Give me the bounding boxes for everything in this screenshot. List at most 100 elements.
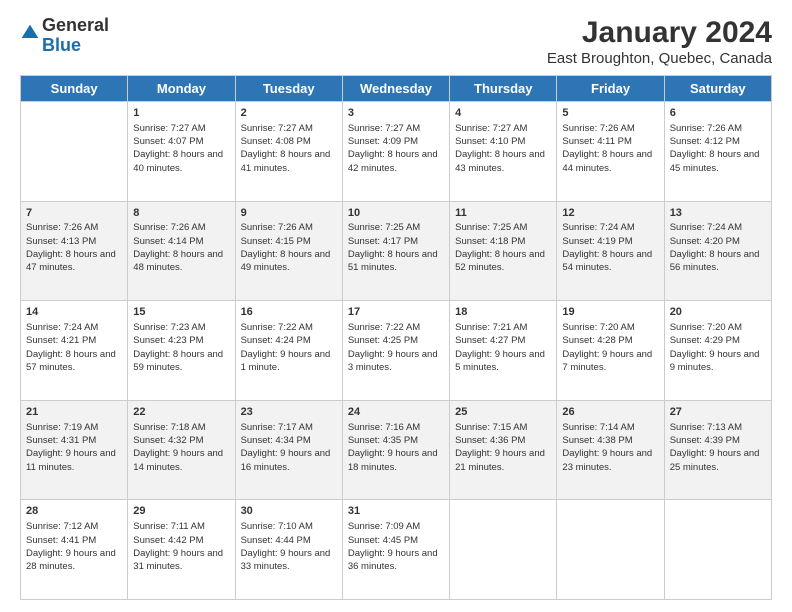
day-info: Sunrise: 7:26 AMSunset: 4:13 PMDaylight:… [26,221,122,274]
day-cell-1-4: 11Sunrise: 7:25 AMSunset: 4:18 PMDayligh… [450,201,557,301]
day-number: 10 [348,206,444,221]
day-number: 8 [133,206,229,221]
logo-icon [20,23,40,43]
day-number: 31 [348,504,444,519]
calendar-title: January 2024 [547,16,772,50]
header-tuesday: Tuesday [235,76,342,102]
header-wednesday: Wednesday [342,76,449,102]
day-info: Sunrise: 7:27 AMSunset: 4:09 PMDaylight:… [348,122,444,175]
day-cell-1-6: 13Sunrise: 7:24 AMSunset: 4:20 PMDayligh… [664,201,771,301]
day-cell-2-1: 15Sunrise: 7:23 AMSunset: 4:23 PMDayligh… [128,301,235,401]
day-info: Sunrise: 7:25 AMSunset: 4:17 PMDaylight:… [348,221,444,274]
day-info: Sunrise: 7:11 AMSunset: 4:42 PMDaylight:… [133,520,229,573]
week-row-3: 14Sunrise: 7:24 AMSunset: 4:21 PMDayligh… [21,301,772,401]
day-number: 27 [670,405,766,420]
day-cell-2-4: 18Sunrise: 7:21 AMSunset: 4:27 PMDayligh… [450,301,557,401]
day-number: 1 [133,106,229,121]
day-cell-3-2: 23Sunrise: 7:17 AMSunset: 4:34 PMDayligh… [235,400,342,500]
day-number: 2 [241,106,337,121]
day-cell-3-1: 22Sunrise: 7:18 AMSunset: 4:32 PMDayligh… [128,400,235,500]
day-info: Sunrise: 7:25 AMSunset: 4:18 PMDaylight:… [455,221,551,274]
day-info: Sunrise: 7:27 AMSunset: 4:08 PMDaylight:… [241,122,337,175]
day-info: Sunrise: 7:23 AMSunset: 4:23 PMDaylight:… [133,321,229,374]
day-cell-0-5: 5Sunrise: 7:26 AMSunset: 4:11 PMDaylight… [557,102,664,202]
day-cell-0-0 [21,102,128,202]
day-info: Sunrise: 7:20 AMSunset: 4:29 PMDaylight:… [670,321,766,374]
day-info: Sunrise: 7:16 AMSunset: 4:35 PMDaylight:… [348,421,444,474]
day-info: Sunrise: 7:21 AMSunset: 4:27 PMDaylight:… [455,321,551,374]
day-number: 18 [455,305,551,320]
day-info: Sunrise: 7:18 AMSunset: 4:32 PMDaylight:… [133,421,229,474]
day-info: Sunrise: 7:17 AMSunset: 4:34 PMDaylight:… [241,421,337,474]
day-cell-4-5 [557,500,664,600]
day-info: Sunrise: 7:10 AMSunset: 4:44 PMDaylight:… [241,520,337,573]
day-number: 7 [26,206,122,221]
calendar-table: Sunday Monday Tuesday Wednesday Thursday… [20,75,772,600]
day-number: 9 [241,206,337,221]
day-cell-0-4: 4Sunrise: 7:27 AMSunset: 4:10 PMDaylight… [450,102,557,202]
day-info: Sunrise: 7:26 AMSunset: 4:12 PMDaylight:… [670,122,766,175]
day-number: 13 [670,206,766,221]
day-cell-4-4 [450,500,557,600]
day-cell-3-0: 21Sunrise: 7:19 AMSunset: 4:31 PMDayligh… [21,400,128,500]
day-info: Sunrise: 7:15 AMSunset: 4:36 PMDaylight:… [455,421,551,474]
header: General Blue January 2024 East Broughton… [20,16,772,67]
header-sunday: Sunday [21,76,128,102]
header-friday: Friday [557,76,664,102]
day-cell-0-3: 3Sunrise: 7:27 AMSunset: 4:09 PMDaylight… [342,102,449,202]
day-info: Sunrise: 7:26 AMSunset: 4:11 PMDaylight:… [562,122,658,175]
day-number: 16 [241,305,337,320]
day-cell-3-5: 26Sunrise: 7:14 AMSunset: 4:38 PMDayligh… [557,400,664,500]
day-cell-3-4: 25Sunrise: 7:15 AMSunset: 4:36 PMDayligh… [450,400,557,500]
day-number: 15 [133,305,229,320]
day-cell-1-2: 9Sunrise: 7:26 AMSunset: 4:15 PMDaylight… [235,201,342,301]
logo: General Blue [20,16,109,56]
day-cell-4-3: 31Sunrise: 7:09 AMSunset: 4:45 PMDayligh… [342,500,449,600]
logo-blue-text: Blue [42,35,81,55]
day-number: 22 [133,405,229,420]
day-cell-4-6 [664,500,771,600]
logo-general-text: General [42,15,109,35]
day-info: Sunrise: 7:22 AMSunset: 4:24 PMDaylight:… [241,321,337,374]
day-info: Sunrise: 7:13 AMSunset: 4:39 PMDaylight:… [670,421,766,474]
day-number: 5 [562,106,658,121]
day-number: 30 [241,504,337,519]
day-number: 20 [670,305,766,320]
week-row-4: 21Sunrise: 7:19 AMSunset: 4:31 PMDayligh… [21,400,772,500]
day-cell-1-3: 10Sunrise: 7:25 AMSunset: 4:17 PMDayligh… [342,201,449,301]
day-cell-4-2: 30Sunrise: 7:10 AMSunset: 4:44 PMDayligh… [235,500,342,600]
day-cell-3-3: 24Sunrise: 7:16 AMSunset: 4:35 PMDayligh… [342,400,449,500]
day-cell-2-5: 19Sunrise: 7:20 AMSunset: 4:28 PMDayligh… [557,301,664,401]
day-number: 17 [348,305,444,320]
calendar-header-row: Sunday Monday Tuesday Wednesday Thursday… [21,76,772,102]
day-cell-0-6: 6Sunrise: 7:26 AMSunset: 4:12 PMDaylight… [664,102,771,202]
day-cell-2-0: 14Sunrise: 7:24 AMSunset: 4:21 PMDayligh… [21,301,128,401]
day-info: Sunrise: 7:22 AMSunset: 4:25 PMDaylight:… [348,321,444,374]
day-number: 28 [26,504,122,519]
day-cell-2-2: 16Sunrise: 7:22 AMSunset: 4:24 PMDayligh… [235,301,342,401]
day-info: Sunrise: 7:24 AMSunset: 4:19 PMDaylight:… [562,221,658,274]
day-number: 26 [562,405,658,420]
day-number: 19 [562,305,658,320]
day-number: 11 [455,206,551,221]
day-info: Sunrise: 7:27 AMSunset: 4:10 PMDaylight:… [455,122,551,175]
day-number: 24 [348,405,444,420]
day-cell-4-1: 29Sunrise: 7:11 AMSunset: 4:42 PMDayligh… [128,500,235,600]
day-cell-0-2: 2Sunrise: 7:27 AMSunset: 4:08 PMDaylight… [235,102,342,202]
day-info: Sunrise: 7:26 AMSunset: 4:15 PMDaylight:… [241,221,337,274]
day-cell-2-6: 20Sunrise: 7:20 AMSunset: 4:29 PMDayligh… [664,301,771,401]
day-cell-4-0: 28Sunrise: 7:12 AMSunset: 4:41 PMDayligh… [21,500,128,600]
week-row-2: 7Sunrise: 7:26 AMSunset: 4:13 PMDaylight… [21,201,772,301]
day-number: 4 [455,106,551,121]
calendar-subtitle: East Broughton, Quebec, Canada [547,50,772,67]
day-number: 21 [26,405,122,420]
day-info: Sunrise: 7:14 AMSunset: 4:38 PMDaylight:… [562,421,658,474]
header-thursday: Thursday [450,76,557,102]
day-number: 29 [133,504,229,519]
day-cell-1-5: 12Sunrise: 7:24 AMSunset: 4:19 PMDayligh… [557,201,664,301]
day-number: 25 [455,405,551,420]
day-number: 3 [348,106,444,121]
page: General Blue January 2024 East Broughton… [0,0,792,612]
day-info: Sunrise: 7:12 AMSunset: 4:41 PMDaylight:… [26,520,122,573]
day-info: Sunrise: 7:24 AMSunset: 4:21 PMDaylight:… [26,321,122,374]
